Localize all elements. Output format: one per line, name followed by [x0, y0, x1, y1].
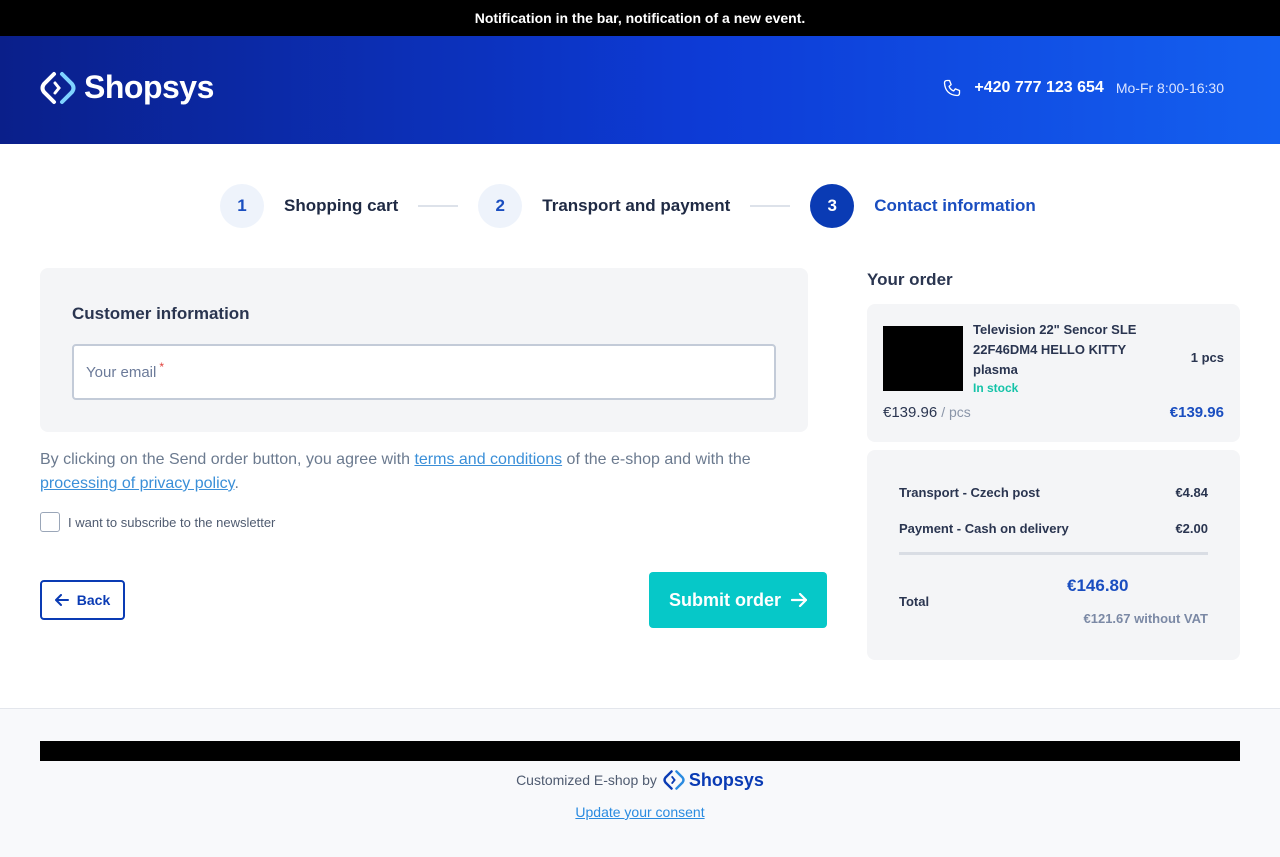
step-label: Shopping cart	[284, 196, 399, 215]
stock-status: In stock	[973, 381, 1019, 395]
summary-divider	[899, 552, 1208, 555]
transport-label: Transport - Czech post	[899, 485, 1040, 500]
submit-order-button[interactable]: Submit order	[649, 572, 827, 628]
product-name: Television 22" Sencor SLE 22F46DM4 HELLO…	[973, 322, 1137, 377]
step-divider	[750, 205, 791, 207]
transport-price: €4.84	[1175, 485, 1208, 500]
customer-info-title: Customer information	[72, 304, 250, 323]
product-quantity: 1 pcs	[1190, 350, 1224, 365]
newsletter-option[interactable]: I want to subscribe to the newsletter	[40, 512, 275, 532]
newsletter-checkbox[interactable]	[40, 512, 60, 532]
terms-link[interactable]: terms and conditions	[414, 451, 562, 468]
agreement-text: By clicking on the Send order button, yo…	[40, 448, 820, 496]
unit-label: / pcs	[941, 404, 971, 420]
agreement-text-before: By clicking on the Send order button, yo…	[40, 451, 415, 468]
total-label: Total	[899, 594, 930, 609]
contact-info: +420 777 123 654 Mo-Fr 8:00-16:30	[942, 76, 1224, 100]
step-label: Contact information	[874, 196, 1036, 215]
payment-price: €2.00	[1175, 521, 1208, 536]
product-image	[883, 326, 963, 391]
agreement-text-after: .	[234, 475, 239, 492]
checkout-steps: 1 Shopping cart 2 Transport and payment …	[220, 184, 1060, 228]
site-footer: Customized E-shop by Shopsys Update your…	[0, 709, 1280, 857]
footer-banner	[40, 741, 1240, 761]
step-number: 3	[810, 184, 855, 228]
step-number: 2	[478, 184, 523, 228]
notification-text: Notification in the bar, notification of…	[474, 10, 806, 26]
arrow-left-icon	[54, 594, 69, 606]
required-mark: *	[159, 360, 164, 374]
order-item-card: Television 22" Sencor SLE 22F46DM4 HELLO…	[867, 304, 1240, 442]
order-summary-card: Transport - Czech post €4.84 Payment - C…	[867, 450, 1240, 660]
update-consent-link[interactable]: Update your consent	[0, 804, 1280, 820]
step-transport-payment[interactable]: 2 Transport and payment	[478, 184, 730, 228]
arrow-right-icon	[791, 593, 807, 607]
shopsys-logo[interactable]: Shopsys	[40, 69, 214, 106]
total-price: €146.80	[1067, 576, 1129, 595]
payment-row: Payment - Cash on delivery €2.00	[899, 521, 1208, 536]
step-label: Transport and payment	[542, 196, 731, 215]
payment-label: Payment - Cash on delivery	[899, 521, 1069, 536]
your-order-title: Your order	[867, 270, 953, 289]
transport-row: Transport - Czech post €4.84	[899, 485, 1208, 500]
privacy-policy-link[interactable]: processing of privacy policy	[40, 475, 234, 492]
agreement-text-middle: of the e-shop and with the	[562, 451, 751, 468]
shopsys-logo-icon	[40, 71, 76, 104]
notification-bar: Notification in the bar, notification of…	[0, 0, 1280, 36]
site-header: Shopsys +420 777 123 654 Mo-Fr 8:00-16:3…	[0, 36, 1280, 144]
back-button[interactable]: Back	[40, 580, 125, 620]
powered-by-text: Customized E-shop by	[516, 772, 657, 788]
step-shopping-cart[interactable]: 1 Shopping cart	[220, 184, 398, 228]
unit-price: €139.96/ pcs	[883, 404, 971, 421]
phone-number[interactable]: +420 777 123 654	[974, 79, 1103, 97]
phone-icon	[944, 79, 961, 97]
footer-logo-text: Shopsys	[688, 769, 764, 790]
footer-shopsys-logo[interactable]: Shopsys	[663, 769, 764, 791]
email-label: Your email	[86, 363, 157, 381]
item-total-price: €139.96	[1169, 404, 1224, 421]
shopsys-logo-icon	[663, 770, 685, 790]
logo-text: Shopsys	[84, 69, 214, 105]
total-without-vat: €121.67 without VAT	[1083, 611, 1209, 626]
step-number: 1	[220, 184, 264, 228]
step-divider	[418, 205, 459, 207]
step-contact-information: 3 Contact information	[810, 184, 1036, 228]
email-field[interactable]: Your email *	[72, 344, 776, 400]
powered-by: Customized E-shop by Shopsys	[0, 769, 1280, 791]
opening-hours: Mo-Fr 8:00-16:30	[1115, 80, 1224, 96]
unit-price-value: €139.96	[883, 404, 938, 421]
newsletter-label: I want to subscribe to the newsletter	[68, 514, 276, 530]
back-label: Back	[76, 592, 111, 608]
submit-label: Submit order	[668, 589, 781, 610]
customer-information-card: Customer information Your email *	[40, 268, 808, 432]
